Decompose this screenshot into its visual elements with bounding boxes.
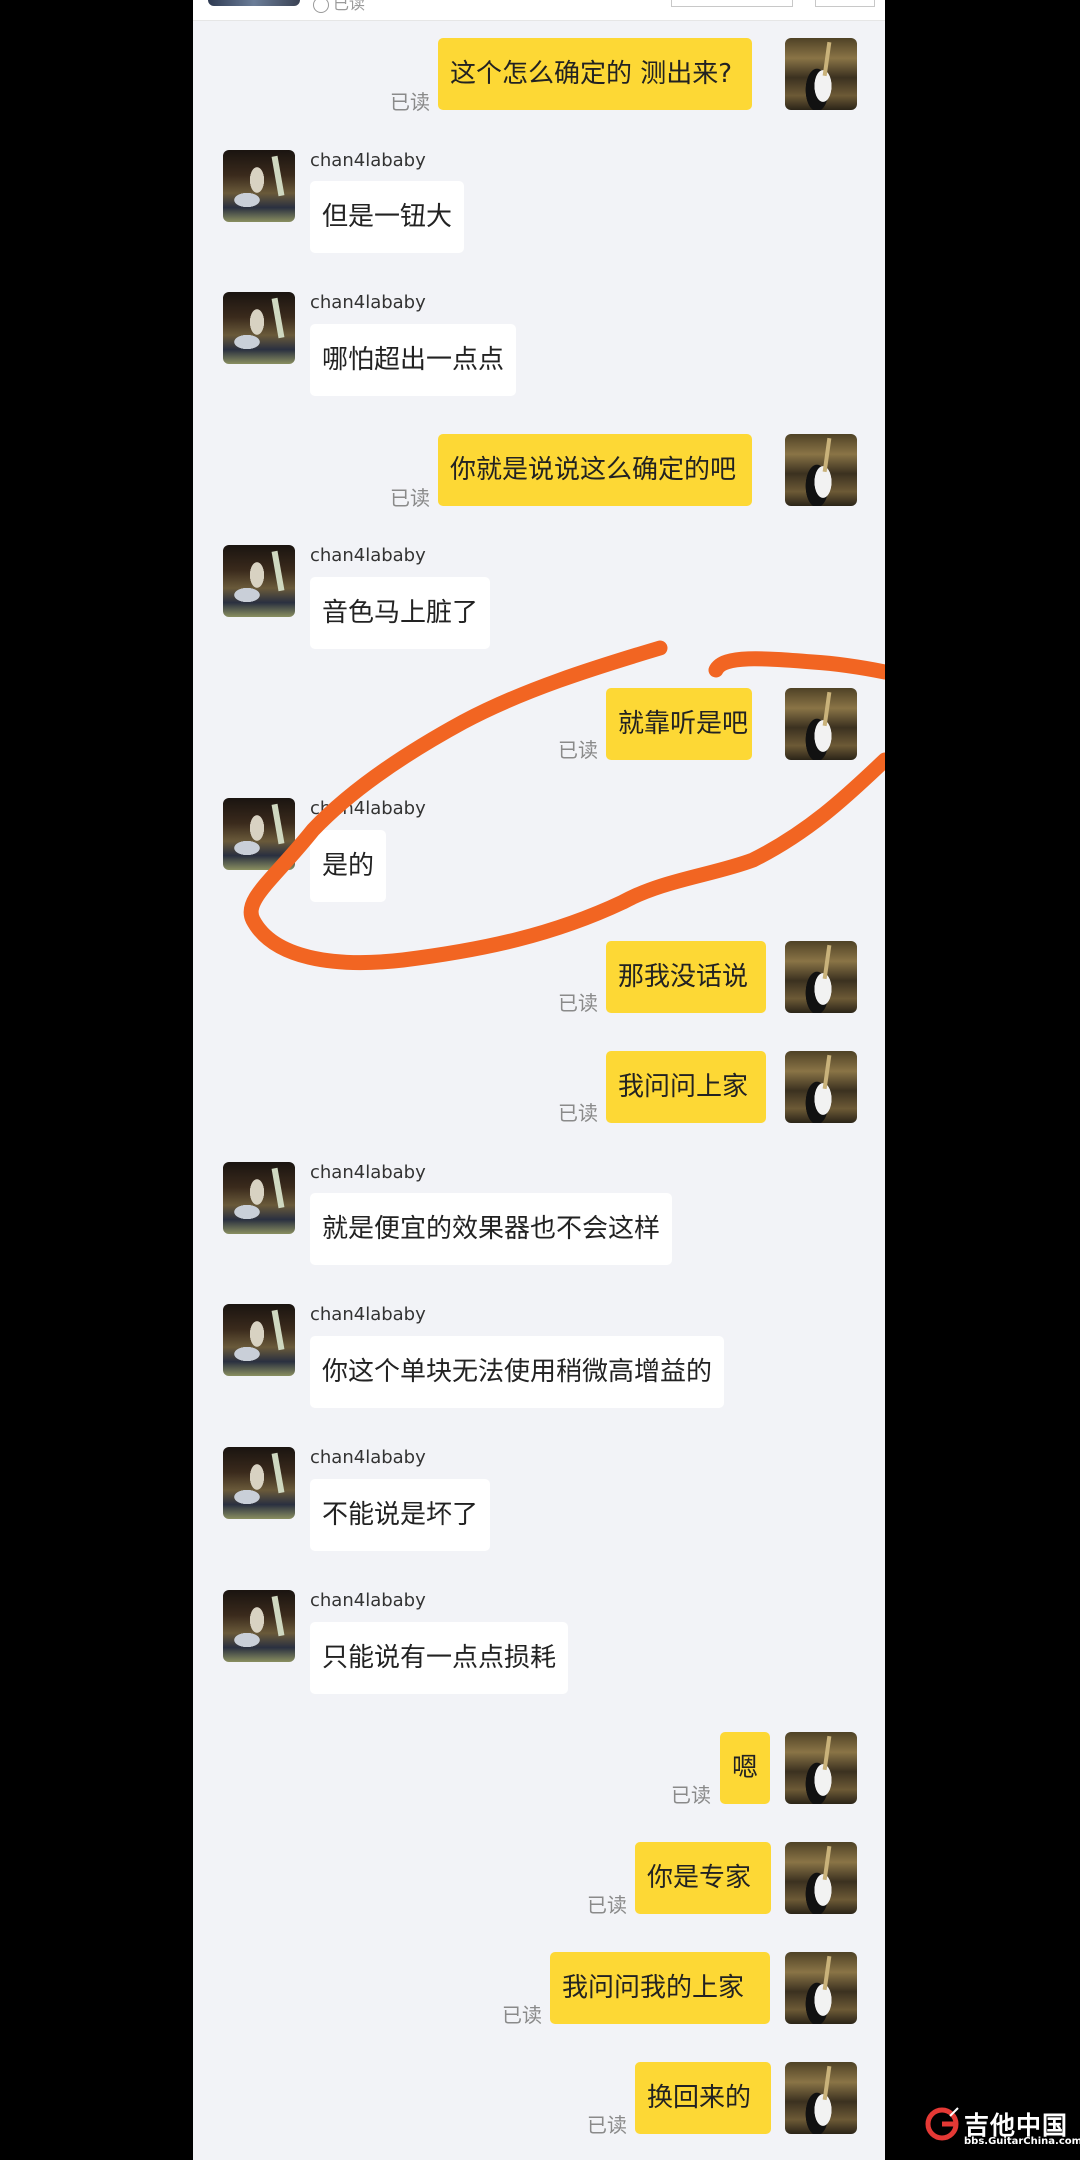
sender-name: chan4lababy — [310, 292, 426, 313]
read-receipt: 已读 — [671, 1783, 711, 1807]
message-bubble-outgoing[interactable]: 嗯 — [720, 1732, 770, 1804]
message-bubble-outgoing[interactable]: 这个怎么确定的 测出来? — [438, 38, 752, 110]
message-bubble-incoming[interactable]: 音色马上脏了 — [310, 577, 491, 649]
sender-name: chan4lababy — [310, 545, 426, 566]
read-receipt: 已读 — [558, 1101, 598, 1125]
contact-avatar[interactable] — [223, 1162, 295, 1234]
top-secondary-button[interactable] — [815, 0, 875, 7]
message-bubble-outgoing[interactable]: 那我没话说 — [606, 941, 766, 1013]
sender-name: chan4lababy — [310, 150, 426, 171]
message-bubble-incoming[interactable]: 是的 — [310, 830, 387, 902]
status-circle-icon — [313, 0, 329, 13]
contact-avatar[interactable] — [223, 1304, 295, 1376]
my-avatar[interactable] — [785, 1952, 857, 2024]
top-status: 已读 — [313, 0, 365, 14]
read-receipt: 已读 — [390, 486, 430, 510]
my-avatar[interactable] — [785, 688, 857, 760]
read-receipt: 已读 — [502, 2003, 542, 2027]
message-bubble-outgoing[interactable]: 换回来的 — [635, 2062, 771, 2134]
message-bubble-outgoing[interactable]: 我问问上家 — [606, 1051, 766, 1123]
message-bubble-outgoing[interactable]: 你是专家 — [635, 1842, 771, 1914]
contact-avatar[interactable] — [223, 292, 295, 364]
message-bubble-incoming[interactable]: 哪怕超出一点点 — [310, 324, 517, 396]
my-avatar[interactable] — [785, 1051, 857, 1123]
sender-name: chan4lababy — [310, 1162, 426, 1183]
my-avatar[interactable] — [785, 1732, 857, 1804]
preview-thumbnail[interactable] — [208, 0, 300, 6]
message-bubble-incoming[interactable]: 不能说是坏了 — [310, 1479, 491, 1551]
my-avatar[interactable] — [785, 1842, 857, 1914]
top-status-label: 已读 — [333, 0, 366, 13]
contact-avatar[interactable] — [223, 1447, 295, 1519]
message-bubble-incoming[interactable]: 只能说有一点点损耗 — [310, 1622, 569, 1694]
read-receipt: 已读 — [587, 2113, 627, 2137]
message-bubble-incoming[interactable]: 但是一钮大 — [310, 181, 465, 253]
message-bubble-incoming[interactable]: 你这个单块无法使用稍微高增益的 — [310, 1336, 725, 1408]
message-bubble-incoming[interactable]: 就是便宜的效果器也不会这样 — [310, 1193, 673, 1265]
contact-avatar[interactable] — [223, 1590, 295, 1662]
top-bar: 已读 — [193, 0, 885, 21]
my-avatar[interactable] — [785, 2062, 857, 2134]
sender-name: chan4lababy — [310, 798, 426, 819]
read-receipt: 已读 — [587, 1893, 627, 1917]
annotation-stroke-end — [708, 651, 885, 680]
watermark: 吉他中国 bbs.GuitarChina.com — [924, 2106, 1080, 2150]
my-avatar[interactable] — [785, 38, 857, 110]
hand-drawn-circle-annotation — [243, 640, 885, 971]
read-receipt: 已读 — [558, 991, 598, 1015]
message-bubble-outgoing[interactable]: 你就是说说这么确定的吧 — [438, 434, 752, 506]
contact-avatar[interactable] — [223, 798, 295, 870]
chat-screen: 已读 已读 这个怎么确定的 测出来? chan4lababy 但是一钮大 cha… — [193, 0, 885, 2160]
top-action-button[interactable] — [671, 0, 793, 7]
sender-name: chan4lababy — [310, 1590, 426, 1611]
contact-avatar[interactable] — [223, 545, 295, 617]
contact-avatar[interactable] — [223, 150, 295, 222]
guitar-logo-icon — [925, 2107, 959, 2141]
my-avatar[interactable] — [785, 434, 857, 506]
message-bubble-outgoing[interactable]: 我问问我的上家 — [550, 1952, 770, 2024]
sender-name: chan4lababy — [310, 1447, 426, 1468]
read-receipt: 已读 — [390, 90, 430, 114]
watermark-url: bbs.GuitarChina.com — [964, 2136, 1080, 2147]
read-receipt: 已读 — [558, 738, 598, 762]
message-bubble-outgoing[interactable]: 就靠听是吧 — [606, 688, 752, 760]
my-avatar[interactable] — [785, 941, 857, 1013]
sender-name: chan4lababy — [310, 1304, 426, 1325]
